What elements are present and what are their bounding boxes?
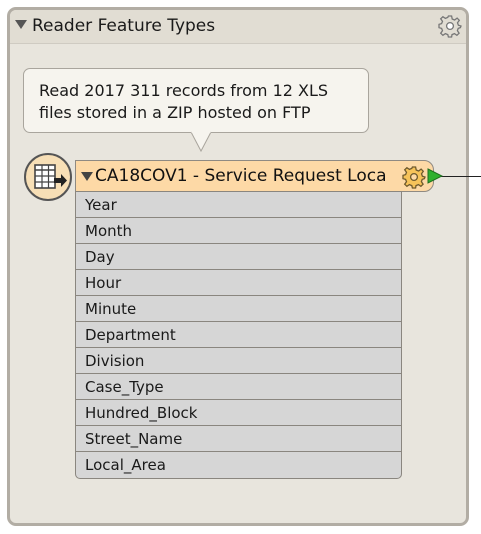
gear-icon[interactable] — [438, 14, 462, 38]
attribute-row[interactable]: Month — [76, 217, 401, 243]
bookmark-title: Reader Feature Types — [32, 16, 216, 36]
annotation-box[interactable]: Read 2017 311 records from 12 XLS files … — [23, 68, 369, 133]
attribute-row[interactable]: Hour — [76, 269, 401, 295]
bookmark-header[interactable]: Reader Feature Types — [10, 10, 466, 44]
annotation-pointer — [190, 131, 212, 153]
feature-type-name: CA18COV1 - Service Request Loca — [95, 166, 387, 186]
attribute-row[interactable]: Division — [76, 347, 401, 373]
attribute-row[interactable]: Year — [76, 191, 401, 217]
annotation-line-1: Read 2017 311 records from 12 XLS — [39, 81, 329, 100]
table-reader-icon[interactable] — [23, 152, 73, 202]
attribute-list: Year Month Day Hour Minute Department Di… — [75, 191, 402, 479]
gear-icon[interactable] — [402, 165, 426, 189]
attribute-row[interactable]: Minute — [76, 295, 401, 321]
attribute-row[interactable]: Local_Area — [76, 451, 401, 478]
output-connection-line[interactable] — [438, 176, 481, 177]
feature-type-header[interactable]: CA18COV1 - Service Request Loca — [75, 160, 434, 192]
collapse-triangle-icon[interactable] — [81, 172, 93, 181]
collapse-triangle-icon[interactable] — [15, 20, 27, 29]
attribute-row[interactable]: Day — [76, 243, 401, 269]
annotation-line-2: files stored in a ZIP hosted on FTP — [39, 103, 311, 122]
attribute-row[interactable]: Department — [76, 321, 401, 347]
output-port-icon[interactable] — [427, 168, 443, 184]
attribute-row[interactable]: Street_Name — [76, 425, 401, 451]
attribute-row[interactable]: Hundred_Block — [76, 399, 401, 425]
attribute-row[interactable]: Case_Type — [76, 373, 401, 399]
